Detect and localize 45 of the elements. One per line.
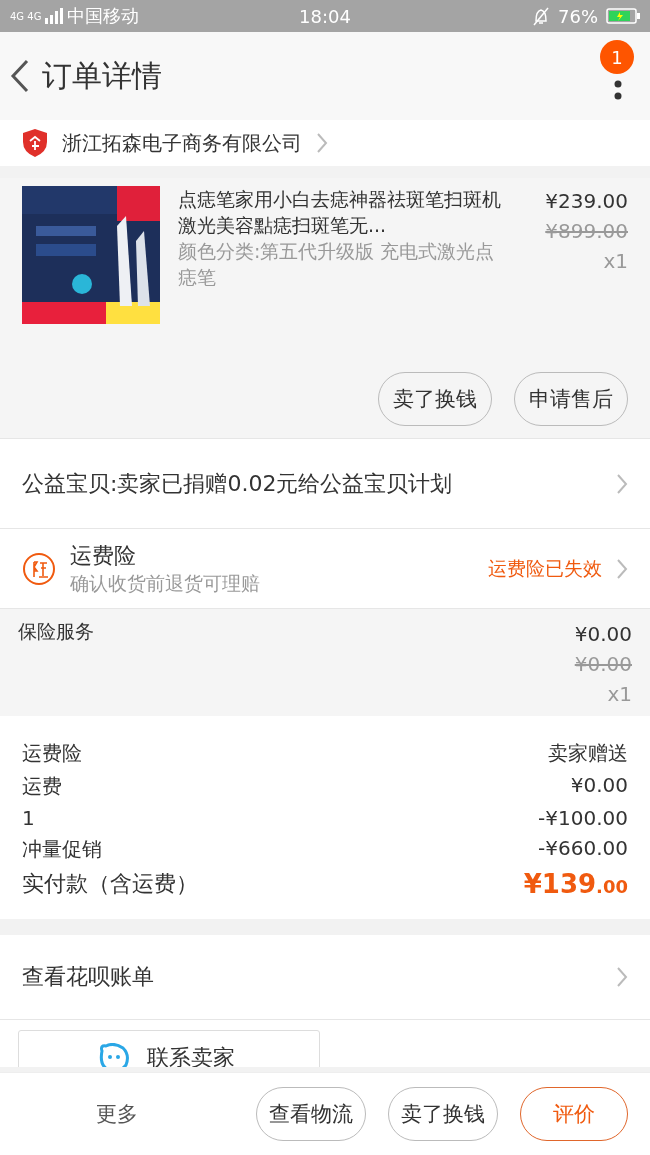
insurance-icon: [22, 551, 56, 586]
quantity: x1: [606, 681, 632, 708]
summary-label: 运费: [22, 773, 62, 800]
signal-icon: [45, 8, 64, 24]
summary-label: 实付款（含运费）: [22, 870, 198, 898]
summary-value: -¥660.00: [538, 836, 628, 862]
summary-value: -¥100.00: [538, 806, 628, 830]
original-price: ¥899.00: [544, 218, 628, 245]
product-title[interactable]: 点痣笔家用小白去痣神器祛斑笔扫斑机激光美容點痣扫斑笔无...: [178, 186, 510, 238]
carrier-name: 中国移动: [67, 4, 140, 28]
shop-shield-icon: [22, 128, 48, 158]
battery-percent: 76%: [558, 5, 598, 27]
summary-value: ¥0.00: [570, 773, 628, 799]
item-action-button[interactable]: 申请售后: [514, 372, 628, 426]
network-label: 4G 4G: [10, 10, 42, 22]
total-amount: ¥139.00: [523, 869, 628, 899]
product-price: ¥239.00: [544, 188, 628, 215]
chevron-icon: [616, 472, 628, 495]
more-icon: [614, 80, 622, 100]
item-action-button[interactable]: 卖了换钱: [378, 372, 492, 426]
service-price: ¥0.00: [574, 621, 632, 648]
page-title: 订单详情: [42, 56, 163, 95]
more-button[interactable]: 更多: [96, 1100, 138, 1128]
product-variant: 颜色分类:第五代升级版 充电式激光点痣笔: [178, 239, 496, 290]
more-menu-button[interactable]: [614, 80, 622, 100]
summary-label: 1: [22, 806, 35, 830]
notification-badge: 1: [600, 40, 634, 74]
insurance-note: 确认收货前退货可理赔: [70, 570, 261, 596]
chevron-icon: [616, 966, 628, 988]
service-name: 保险服务: [18, 619, 95, 644]
status-time: 18:04: [298, 5, 352, 27]
summary-label: 运费险: [22, 740, 82, 767]
back-icon[interactable]: [10, 59, 30, 93]
quantity: x1: [602, 248, 628, 275]
summary-label: 冲量促销: [22, 836, 102, 863]
footer-button[interactable]: 查看物流: [256, 1087, 366, 1141]
chevron-icon: [316, 132, 328, 154]
insurance-title: 运费险: [70, 541, 137, 570]
chevron-icon: [616, 557, 628, 580]
battery-icon: [606, 8, 640, 24]
muted-bell-icon: [532, 6, 550, 26]
footer-button[interactable]: 卖了换钱: [388, 1087, 498, 1141]
summary-value: 卖家赠送: [548, 740, 628, 767]
chat-face-icon: [97, 1043, 131, 1067]
original-price: ¥0.00: [574, 651, 632, 678]
